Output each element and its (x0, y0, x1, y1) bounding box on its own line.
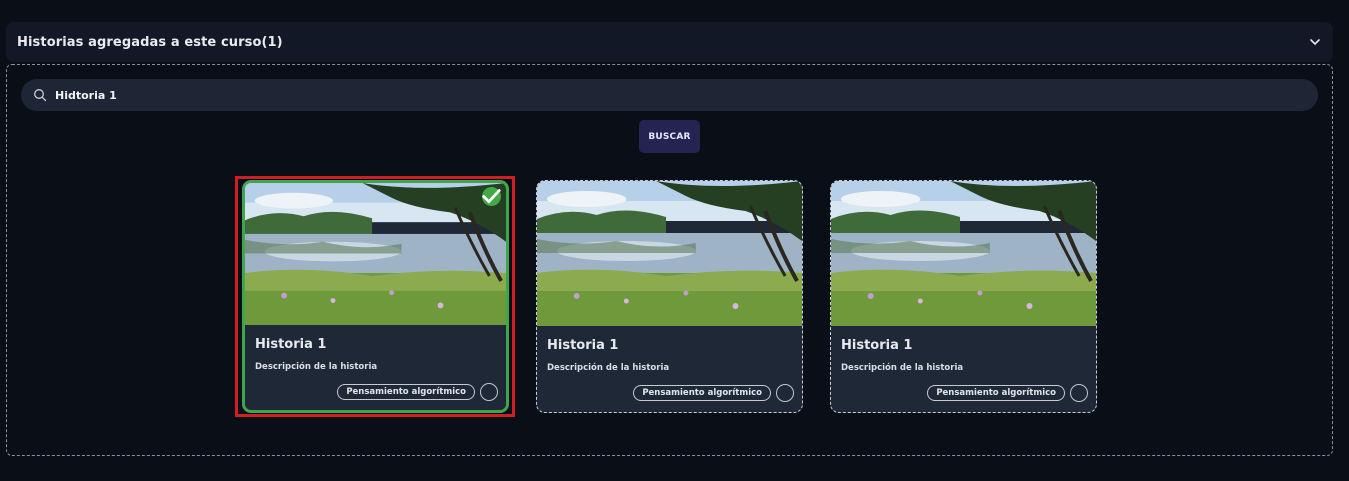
search-input[interactable] (55, 88, 1255, 102)
story-card-2[interactable]: Historia 1 Descripción de la historia Pe… (536, 180, 803, 413)
search-button[interactable]: BUSCAR (639, 120, 700, 153)
story-title: Historia 1 (255, 337, 327, 352)
select-radio[interactable] (1070, 384, 1088, 402)
check-icon (482, 187, 501, 206)
search-bar[interactable] (21, 79, 1318, 111)
search-icon (33, 88, 47, 102)
story-image (245, 183, 506, 325)
chevron-down-icon[interactable] (1309, 36, 1321, 48)
story-title: Historia 1 (547, 338, 619, 353)
select-radio[interactable] (776, 384, 794, 402)
accordion-title: Historias agregadas a este curso(1) (17, 34, 283, 50)
story-card-1[interactable]: Historia 1 Descripción de la historia Pe… (242, 180, 509, 413)
story-image (537, 181, 802, 326)
story-title: Historia 1 (841, 338, 913, 353)
story-tag: Pensamiento algorítmico (337, 384, 475, 400)
story-tag: Pensamiento algorítmico (633, 385, 771, 401)
story-description: Descripción de la historia (255, 362, 378, 372)
accordion-header[interactable]: Historias agregadas a este curso(1) (6, 22, 1333, 62)
story-card-3[interactable]: Historia 1 Descripción de la historia Pe… (830, 180, 1097, 413)
story-description: Descripción de la historia (547, 363, 670, 373)
story-image (831, 181, 1096, 326)
story-description: Descripción de la historia (841, 363, 964, 373)
story-tag: Pensamiento algorítmico (927, 385, 1065, 401)
select-radio[interactable] (480, 383, 498, 401)
